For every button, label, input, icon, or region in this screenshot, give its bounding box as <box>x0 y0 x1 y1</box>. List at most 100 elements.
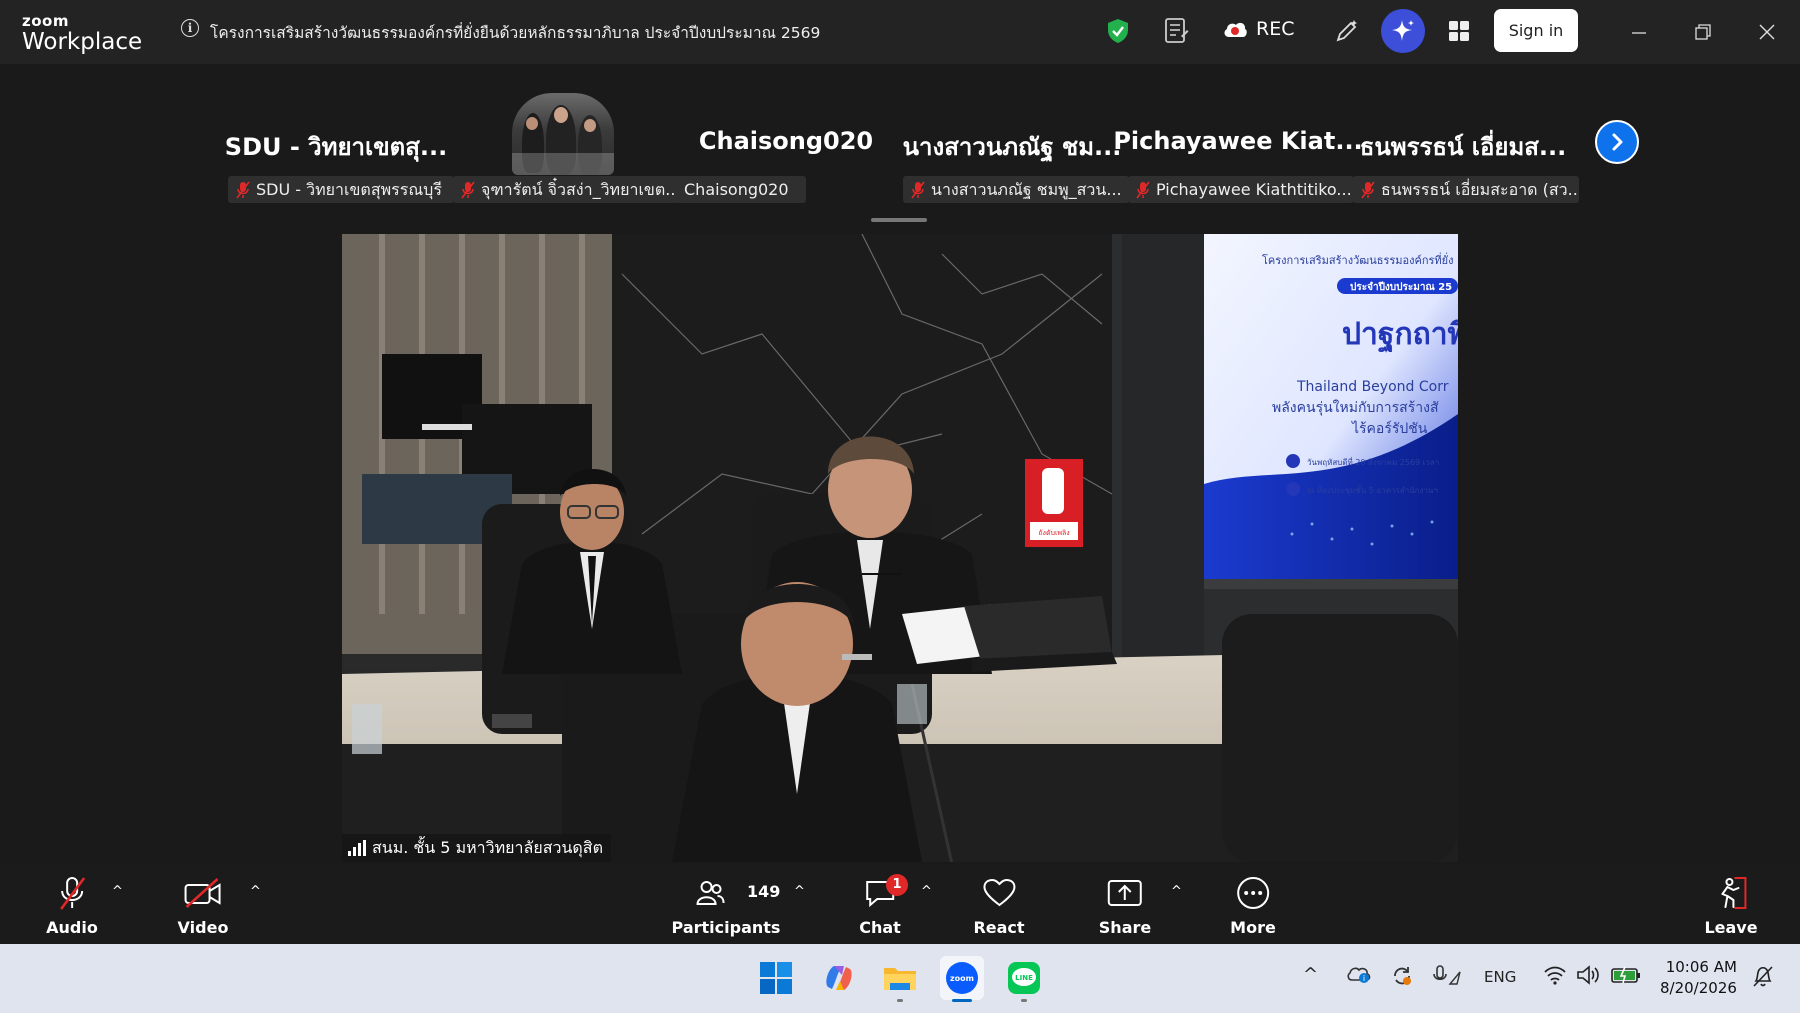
annotate-icon[interactable] <box>1332 16 1362 46</box>
participants-options-caret-icon[interactable]: ^ <box>794 884 805 899</box>
file-explorer-app[interactable] <box>878 956 922 1002</box>
more-button[interactable]: More <box>1230 874 1276 937</box>
notes-icon[interactable] <box>1161 16 1191 46</box>
participant-name-pill: Chaisong020 <box>676 176 806 203</box>
heart-icon <box>982 878 1015 907</box>
slide-subtitle-th-2: ไร้คอร์รัปชัน <box>1351 420 1428 437</box>
chat-options-caret-icon[interactable]: ^ <box>921 884 932 899</box>
title-bar: zoom Workplace i โครงการเสริมสร้างวัฒนธร… <box>0 0 1800 64</box>
slide-title: ปาฐกถาพิเ <box>1342 317 1458 354</box>
windows-start-icon <box>760 962 792 994</box>
video-button[interactable]: Video <box>177 874 229 937</box>
participant-name-pill: SDU - วิทยาเขตสุพรรณบุรี <box>228 176 454 203</box>
slide-year-tag: ประจำปีงบประมาณ 25 <box>1350 281 1452 293</box>
sign-in-button[interactable]: Sign in <box>1494 9 1578 52</box>
folder-icon <box>884 968 916 990</box>
windows-taskbar: zoom LINE ^ i ENG 10:06 AM 8/20/2026 <box>0 944 1800 1013</box>
line-icon: LINE <box>1008 962 1040 994</box>
active-speaker-name: สนม. ชั้น 5 มหาวิทยาลัยสวนดุสิต <box>372 838 603 857</box>
minimize-icon[interactable] <box>1625 18 1653 46</box>
running-indicator <box>1021 999 1027 1002</box>
participant-name-pill: ธนพรรธน์ เอี่ยมสะอาด (สว... <box>1353 176 1579 203</box>
participant-tile-name[interactable]: Pichayawee Kiat... <box>1113 127 1362 155</box>
pill-label: นางสาวนภณัฐ ชมพู_สวน... <box>931 180 1122 199</box>
pill-label: SDU - วิทยาเขตสุพรรณบุรี <box>256 180 442 199</box>
zoom-icon: zoom <box>946 962 978 994</box>
sync-icon[interactable] <box>1390 964 1414 992</box>
react-label: React <box>973 918 1025 937</box>
security-shield-icon[interactable] <box>1103 16 1133 46</box>
extinguisher-sign-text: ถังดับเพลิง <box>1038 529 1069 537</box>
participants-icon <box>696 881 725 905</box>
zoom-app[interactable]: zoom <box>940 956 984 1002</box>
chat-unread-badge: 1 <box>886 874 908 896</box>
signal-strength-icon <box>348 840 366 856</box>
start-button[interactable] <box>754 956 798 1000</box>
pill-label: ธนพรรธน์ เอี่ยมสะอาด (สว... <box>1381 180 1579 199</box>
share-screen-icon <box>1107 880 1142 906</box>
muted-mic-icon <box>911 181 925 198</box>
system-clock[interactable]: 10:06 AM 8/20/2026 <box>1660 957 1737 999</box>
onedrive-icon[interactable]: i <box>1346 964 1372 988</box>
share-button[interactable]: Share <box>1099 874 1151 937</box>
cloud-record-indicator[interactable]: REC <box>1222 18 1294 40</box>
muted-mic-icon <box>236 181 250 198</box>
ai-companion-button[interactable] <box>1381 9 1425 53</box>
share-options-caret-icon[interactable]: ^ <box>1171 884 1182 899</box>
participant-name-pill: นางสาวนภณัฐ ชมพู_สวน... <box>903 176 1129 203</box>
notification-icon[interactable] <box>1751 964 1775 992</box>
slide-subtitle-th-1: พลังคนรุ่นใหม่กับการสร้างสั <box>1272 399 1439 416</box>
muted-mic-icon <box>59 877 86 910</box>
battery-charging-icon[interactable] <box>1611 966 1641 988</box>
audio-options-caret-icon[interactable]: ^ <box>112 884 123 899</box>
active-speaker-video[interactable]: ถังดับเพลิง โครงการเสริมสร้างวัฒนธรรมองค… <box>342 234 1458 862</box>
pill-label: Chaisong020 <box>684 180 789 199</box>
video-options-caret-icon[interactable]: ^ <box>250 884 261 899</box>
show-hidden-icons-chevron-icon[interactable]: ^ <box>1303 964 1318 985</box>
participant-tile-name[interactable]: Chaisong020 <box>699 127 873 155</box>
apps-grid-icon[interactable] <box>1444 16 1474 46</box>
input-language[interactable]: ENG <box>1484 968 1516 986</box>
react-button[interactable]: React <box>973 874 1025 937</box>
pill-label: Pichayawee Kiathtitiko... <box>1156 180 1352 199</box>
close-icon[interactable] <box>1753 18 1781 46</box>
muted-mic-icon <box>1136 181 1150 198</box>
video-off-icon <box>184 878 221 908</box>
line-app[interactable]: LINE <box>1002 956 1046 1002</box>
svg-text:i: i <box>1363 974 1365 983</box>
participant-tile-name[interactable]: SDU - วิทยาเขตสุ... <box>225 127 447 166</box>
more-label: More <box>1230 918 1276 937</box>
next-page-button[interactable] <box>1595 120 1639 164</box>
zoom-icon-text: zoom <box>950 974 974 983</box>
sparkle-icon <box>1392 20 1414 41</box>
slide-subtitle-en: Thailand Beyond Corr <box>1296 379 1449 395</box>
copilot-icon <box>826 966 852 990</box>
video-label: Video <box>177 918 229 937</box>
clock-date: 8/20/2026 <box>1660 979 1737 997</box>
mic-in-use-icon[interactable] <box>1432 964 1462 992</box>
running-indicator <box>897 999 903 1002</box>
conference-room-scene: ถังดับเพลิง โครงการเสริมสร้างวัฒนธรรมองค… <box>342 234 1458 862</box>
participant-tile-name[interactable]: ธนพรรธน์ เอี่ยมส... <box>1360 127 1567 166</box>
leave-label: Leave <box>1704 918 1758 937</box>
zoom-logo: zoom Workplace <box>22 14 142 54</box>
logo-bottom-text: Workplace <box>22 29 143 55</box>
cloud-record-icon <box>1224 22 1247 37</box>
active-speaker-label: สนม. ชั้น 5 มหาวิทยาลัยสวนดุสิต <box>342 834 611 862</box>
pill-label: จุฑารัตน์ จิ๋วสง่า_วิทยาเขต... <box>481 180 679 199</box>
restore-icon[interactable] <box>1689 18 1717 46</box>
participant-name-pill: จุฑารัตน์ จิ๋วสง่า_วิทยาเขต... <box>453 176 679 203</box>
clock-time: 10:06 AM <box>1665 958 1737 976</box>
slide-header-text: โครงการเสริมสร้างวัฒนธรรมองค์กรที่ยั่ง <box>1262 252 1453 267</box>
page-indicator <box>871 218 927 222</box>
participant-tile-name[interactable]: นางสาวนภณัฐ ชม... <box>903 127 1122 166</box>
info-icon[interactable]: i <box>181 19 199 37</box>
participant-video-thumbnail[interactable] <box>512 93 614 175</box>
copilot-app[interactable] <box>817 956 861 1000</box>
share-label: Share <box>1098 918 1152 937</box>
volume-icon[interactable] <box>1576 964 1602 990</box>
audio-button[interactable]: Audio <box>46 874 98 937</box>
slide-place: ณ ห้องประชุมชั้น 5 อาคารสำนักงานฯ <box>1307 484 1438 495</box>
wifi-icon[interactable] <box>1543 964 1567 990</box>
leave-button[interactable]: Leave <box>1704 874 1758 937</box>
